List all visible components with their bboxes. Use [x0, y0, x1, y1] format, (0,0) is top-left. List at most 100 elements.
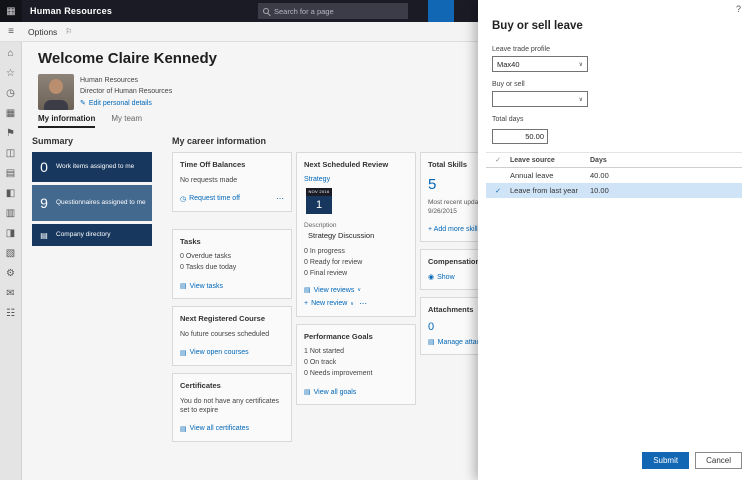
- submit-button[interactable]: Submit: [642, 452, 690, 469]
- leave-trade-profile-label: Leave trade profile: [492, 46, 550, 53]
- edit-personal-details-link[interactable]: ✎ Edit personal details: [80, 99, 172, 110]
- sidebar-icon-company[interactable]: ◫: [6, 149, 15, 159]
- row-source-cell: Leave from last year: [510, 186, 578, 195]
- questionnaires-count: 9: [40, 195, 48, 211]
- profile-summary: Human Resources Director of Human Resour…: [80, 76, 172, 110]
- card-certificates: Certificates You do not have any certifi…: [172, 372, 292, 442]
- search-input[interactable]: [274, 6, 394, 16]
- summary-tiles: 0 Work items assigned to me 9 Questionna…: [32, 152, 152, 246]
- topbar-active-action-button[interactable]: [428, 0, 454, 22]
- sidebar-icon-benefits[interactable]: ▧: [6, 249, 15, 259]
- nav-collapse-icon[interactable]: ≡: [0, 26, 22, 37]
- leave-trade-profile-dropdown[interactable]: Max40 ∨: [492, 56, 588, 72]
- options-tab[interactable]: Options: [28, 27, 57, 37]
- certificates-status: You do not have any certificates set to …: [180, 397, 279, 415]
- profile-tabs: My information My team: [38, 114, 142, 128]
- tile-questionnaires[interactable]: 9 Questionnaires assigned to me: [32, 185, 152, 221]
- card-title: Next Scheduled Review: [304, 160, 389, 169]
- clock-icon: ◷: [180, 195, 187, 203]
- leave-trade-profile-value: Max40: [497, 59, 520, 69]
- row-days-cell: 40.00: [590, 171, 609, 180]
- col-leave-source: Leave source: [510, 156, 555, 164]
- view-tasks-link[interactable]: ▤ View tasks: [180, 282, 223, 291]
- directory-list-icon: ▤: [40, 230, 48, 240]
- course-status: No future courses scheduled: [180, 331, 270, 339]
- waffle-menu-icon[interactable]: ▦: [0, 0, 22, 22]
- profile-role: Director of Human Resources: [80, 87, 173, 95]
- view-tasks-label: View tasks: [189, 282, 223, 290]
- sidebar-icon-workspaces[interactable]: ▦: [6, 109, 15, 119]
- buy-or-sell-label: Buy or sell: [492, 81, 525, 88]
- summary-heading: Summary: [32, 136, 74, 146]
- table-row-annual-leave[interactable]: Annual leave 40.00: [486, 168, 742, 183]
- sidebar-icon-compensation[interactable]: ◨: [6, 229, 15, 239]
- sidebar-icon-modules[interactable]: ⚑: [6, 129, 15, 139]
- row-check-icon: ✓: [495, 187, 501, 195]
- sidebar-icon-home[interactable]: ⌂: [7, 49, 13, 59]
- help-icon[interactable]: ?: [736, 4, 741, 14]
- app-title: Human Resources: [30, 6, 113, 16]
- view-reviews-label: View reviews: [313, 286, 355, 294]
- view-all-certificates-label: View all certificates: [189, 425, 250, 433]
- compensation-show-link[interactable]: ◉ Show: [428, 273, 455, 282]
- search-icon: [263, 8, 269, 14]
- tile-company-directory[interactable]: ▤ Company directory: [32, 224, 152, 246]
- work-items-label: Work items assigned to me: [56, 162, 135, 170]
- new-review-label: New review: [311, 300, 348, 307]
- view-reviews-link[interactable]: ▤ View reviews ∨: [304, 286, 362, 295]
- buy-or-sell-dropdown[interactable]: ∨: [492, 91, 588, 107]
- edit-personal-details-label: Edit personal details: [88, 100, 152, 107]
- panel-form: Leave trade profile Max40 ∨ Buy or sell …: [492, 46, 736, 153]
- view-all-certificates-link[interactable]: ▤ View all certificates: [180, 425, 249, 433]
- sidebar-icon-leave[interactable]: ◧: [6, 189, 15, 199]
- sidebar-icon-employees[interactable]: ▤: [6, 169, 15, 179]
- table-row-leave-from-last-year[interactable]: ✓ Leave from last year 10.00: [486, 183, 742, 198]
- time-off-more-icon[interactable]: ⋯: [276, 194, 284, 203]
- review-final: 0 Final review: [304, 270, 348, 277]
- goals-not-started: 1 Not started: [304, 348, 345, 355]
- total-days-input[interactable]: [492, 129, 548, 144]
- sidebar-icon-messages[interactable]: ✉: [6, 289, 14, 299]
- app-window: ▦ Human Resources ≡ Options ⚐ ⌂ ☆ ◷ ▦ ⚑ …: [0, 0, 750, 480]
- review-ready: 0 Ready for review: [304, 259, 363, 266]
- list-icon: ▤: [428, 339, 435, 346]
- list-icon: ▤: [304, 287, 311, 294]
- page-search-box[interactable]: [258, 3, 408, 19]
- career-column-2: Next Scheduled Review Strategy NOV 2016 …: [296, 152, 416, 412]
- request-time-off-label: Request time off: [189, 195, 240, 203]
- avatar[interactable]: [38, 74, 74, 110]
- total-days-label: Total days: [492, 116, 524, 123]
- chevron-down-icon: ∨: [357, 287, 362, 293]
- sidebar-icon-tasks[interactable]: ▥: [6, 209, 15, 219]
- sidebar-icon-settings[interactable]: ⚙: [6, 269, 15, 279]
- view-all-goals-label: View all goals: [313, 388, 357, 396]
- add-more-skills-link[interactable]: + Add more skills: [428, 226, 481, 233]
- goals-needs-improvement: 0 Needs improvement: [304, 370, 373, 377]
- cancel-button[interactable]: Cancel: [695, 452, 742, 469]
- sidebar-icon-favorites[interactable]: ☆: [6, 69, 15, 79]
- tab-my-information[interactable]: My information: [38, 114, 96, 128]
- career-heading: My career information: [172, 136, 267, 146]
- calendar-month: NOV 2016: [306, 188, 332, 196]
- chevron-down-icon: ∨: [578, 96, 583, 103]
- view-all-goals-link[interactable]: ▤ View all goals: [304, 388, 357, 397]
- card-performance-goals: Performance Goals 1 Not started 0 On tra…: [296, 324, 416, 405]
- card-title: Performance Goals: [304, 332, 373, 341]
- review-strategy-link[interactable]: Strategy: [304, 176, 330, 183]
- request-time-off-link[interactable]: ◷ Request time off: [180, 195, 240, 203]
- new-review-link[interactable]: + New review ∨: [304, 300, 354, 307]
- career-column-1: Time Off Balances No requests made ◷ Req…: [172, 152, 292, 449]
- sidebar-icon-recent[interactable]: ◷: [6, 89, 15, 99]
- view-open-courses-link[interactable]: ▤ View open courses: [180, 349, 249, 357]
- tile-work-items[interactable]: 0 Work items assigned to me: [32, 152, 152, 182]
- plus-icon: +: [304, 300, 309, 307]
- left-nav-rail: ⌂ ☆ ◷ ▦ ⚑ ◫ ▤ ◧ ▥ ◨ ▧ ⚙ ✉ ☷: [0, 42, 22, 480]
- pin-icon[interactable]: ⚐: [65, 27, 72, 36]
- review-more-icon[interactable]: ⋯: [359, 299, 367, 308]
- list-icon: ▤: [180, 349, 187, 357]
- col-days: Days: [590, 156, 607, 164]
- tab-my-team[interactable]: My team: [111, 114, 142, 128]
- sidebar-icon-all-modules[interactable]: ☷: [6, 309, 15, 319]
- card-next-scheduled-review: Next Scheduled Review Strategy NOV 2016 …: [296, 152, 416, 317]
- pencil-icon: ✎: [80, 100, 86, 107]
